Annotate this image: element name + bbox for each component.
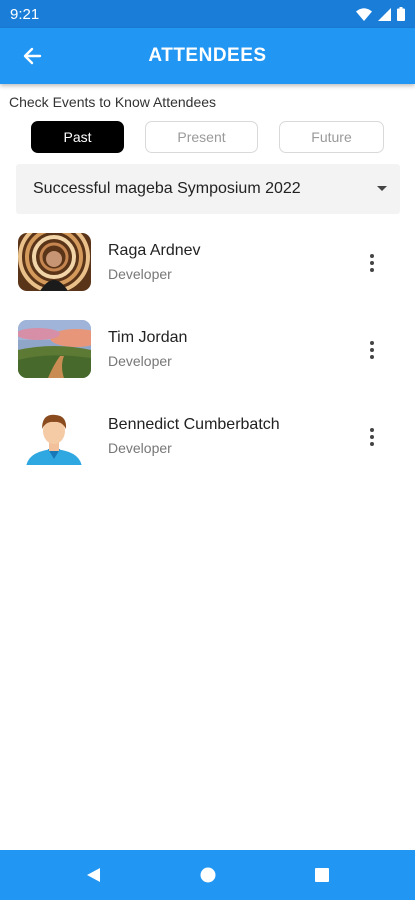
dropdown-caret-icon bbox=[377, 186, 387, 191]
signal-icon bbox=[378, 7, 391, 21]
status-icons bbox=[356, 7, 405, 21]
more-options-icon[interactable] bbox=[362, 253, 382, 273]
nav-recents-icon[interactable] bbox=[313, 866, 331, 884]
system-nav-bar bbox=[0, 850, 415, 900]
more-options-icon[interactable] bbox=[362, 427, 382, 447]
more-options-icon[interactable] bbox=[362, 340, 382, 360]
attendee-name: Raga Ardnev bbox=[108, 242, 201, 259]
attendee-item[interactable]: Tim Jordan Developer bbox=[0, 320, 415, 390]
status-time: 9:21 bbox=[10, 5, 40, 23]
attendee-item[interactable]: Raga Ardnev Developer bbox=[0, 233, 415, 303]
segment-past[interactable]: Past bbox=[31, 121, 124, 153]
filter-hint: Check Events to Know Attendees bbox=[9, 94, 217, 110]
attendee-role: Developer bbox=[108, 353, 172, 369]
status-bar: 9:21 bbox=[0, 0, 415, 28]
wifi-icon bbox=[356, 7, 372, 21]
attendee-role: Developer bbox=[108, 266, 172, 282]
back-button[interactable] bbox=[18, 42, 46, 70]
page-title: ATTENDEES bbox=[148, 45, 267, 66]
event-dropdown[interactable]: Successful mageba Symposium 2022 bbox=[16, 164, 400, 214]
attendee-name: Tim Jordan bbox=[108, 329, 188, 346]
avatar bbox=[18, 233, 91, 291]
battery-icon bbox=[397, 7, 405, 21]
nav-back-icon[interactable] bbox=[85, 866, 103, 884]
app-bar: ATTENDEES bbox=[0, 28, 415, 84]
attendee-name: Bennedict Cumberbatch bbox=[108, 416, 280, 433]
avatar bbox=[18, 320, 91, 378]
arrow-back-icon bbox=[23, 47, 42, 65]
event-dropdown-value: Successful mageba Symposium 2022 bbox=[33, 180, 301, 197]
attendee-role: Developer bbox=[108, 440, 172, 456]
avatar bbox=[18, 407, 91, 465]
segment-present[interactable]: Present bbox=[145, 121, 258, 153]
attendee-item[interactable]: Bennedict Cumberbatch Developer bbox=[0, 407, 415, 477]
segment-future[interactable]: Future bbox=[279, 121, 384, 153]
nav-home-icon[interactable] bbox=[199, 866, 217, 884]
